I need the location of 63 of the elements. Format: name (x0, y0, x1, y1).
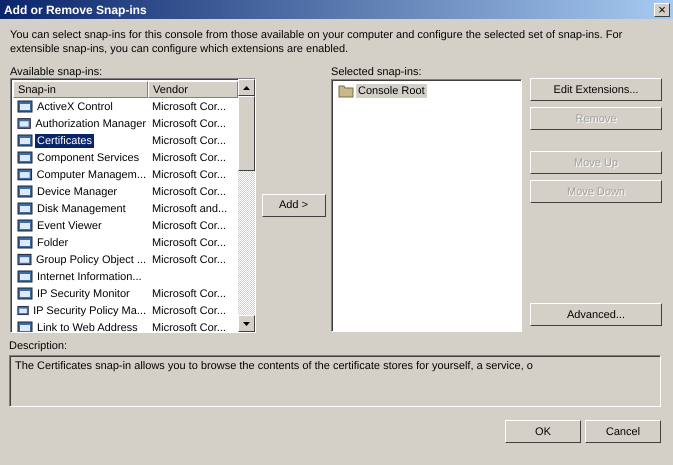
list-item[interactable]: Group Policy Object ... (34, 252, 148, 266)
dialog-button[interactable]: OK (505, 420, 581, 443)
intro-text: You can select snap-ins for this console from those available on your computer and configure the selected set of snap-ins. For extensible snap-ins, you can configure which extensions are enabled. (10, 28, 624, 56)
list-item[interactable]: Folder (35, 236, 70, 250)
window-icon (17, 286, 33, 301)
list-item[interactable]: Disk Management (35, 202, 128, 216)
column-header[interactable]: Vendor (148, 81, 238, 98)
list-item[interactable]: Link to Web Address (35, 320, 140, 332)
window-icon (17, 218, 33, 233)
list-item[interactable]: IP Security Policy Ma... (31, 304, 148, 318)
list-item[interactable]: Console Root (356, 84, 427, 98)
description-text: The Certificates snap-in allows you to browse the contents of the certificate stores for yourself, a service, o (15, 360, 533, 372)
list-item[interactable]: Computer Managem... (34, 168, 148, 182)
list-item[interactable]: Component Services (35, 150, 142, 164)
folder-icon (338, 84, 354, 98)
vendor-cell-text: Microsoft Cor... (151, 134, 226, 146)
vendor-cell-text: Microsoft Cor... (151, 152, 226, 164)
window-icon (17, 184, 33, 199)
dialog-button[interactable]: Advanced... (530, 303, 662, 326)
list-item[interactable]: Authorization Manager (33, 116, 148, 130)
list-item[interactable]: ActiveX Control (35, 100, 115, 114)
window-icon (17, 269, 33, 284)
vendor-cell-text: Microsoft Cor... (151, 254, 226, 266)
vendor-cell-text: Microsoft Cor... (151, 186, 226, 198)
vendor-cell-text: Microsoft Cor... (151, 236, 226, 248)
list-item[interactable]: Device Manager (35, 184, 120, 198)
up-arrow-icon (243, 86, 250, 90)
vendor-cell-text: Microsoft and... (151, 202, 228, 214)
window-title: Add or Remove Snap-ins (4, 2, 147, 16)
list-label: Available snap-ins: (10, 66, 104, 78)
scroll-down-button[interactable] (238, 315, 255, 332)
scroll-thumb[interactable] (238, 96, 255, 171)
window-icon (17, 235, 33, 250)
vendor-cell-text: Microsoft Cor... (151, 322, 226, 332)
close-button[interactable]: × (654, 2, 670, 16)
window-icon (17, 303, 30, 318)
window-icon (17, 116, 32, 131)
down-arrow-icon (243, 322, 250, 326)
dialog-button[interactable]: Add > (262, 194, 326, 216)
list-item[interactable]: Certificates (35, 134, 94, 148)
window-icon (17, 133, 33, 148)
dialog-button[interactable]: Edit Extensions... (530, 78, 662, 101)
dialog-button[interactable]: Cancel (585, 420, 661, 443)
window-icon (17, 252, 32, 267)
column-header[interactable]: Snap-in (13, 81, 148, 98)
description-label: Description: (9, 340, 68, 352)
list-item[interactable]: Internet Information... (35, 270, 144, 284)
window-icon (17, 150, 33, 165)
window-icon (17, 201, 33, 216)
scroll-up-button[interactable] (238, 79, 255, 96)
vendor-cell-text: Microsoft Cor... (151, 100, 226, 112)
window-icon (17, 320, 33, 332)
window-icon (17, 167, 33, 182)
vendor-cell-text: Microsoft Cor... (151, 118, 226, 130)
list-label: Selected snap-ins: (331, 66, 422, 79)
scrollbar[interactable] (238, 79, 255, 332)
window-icon (17, 99, 33, 114)
vendor-cell-text: Microsoft Cor... (151, 168, 226, 180)
list-item[interactable]: Event Viewer (35, 218, 104, 232)
vendor-cell-text: Microsoft Cor... (151, 288, 226, 300)
list-item[interactable]: IP Security Monitor (35, 286, 132, 300)
vendor-cell-text: Microsoft Cor... (151, 304, 226, 316)
vendor-cell-text: Microsoft Cor... (151, 220, 226, 232)
